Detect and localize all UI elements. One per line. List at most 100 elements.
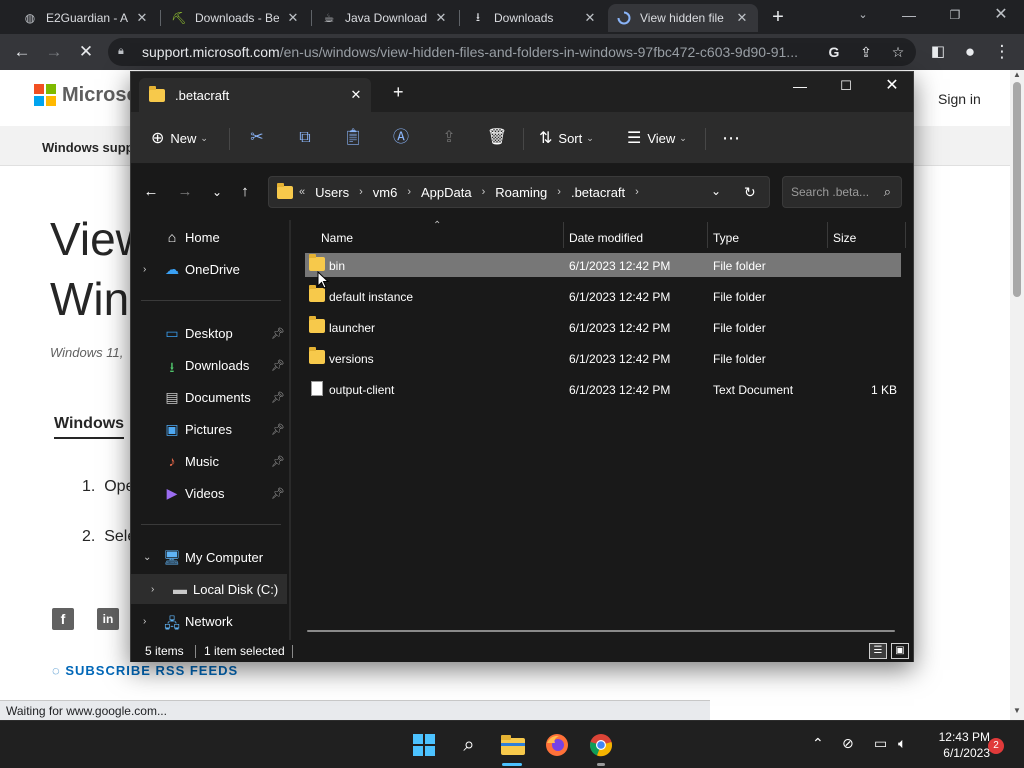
breadcrumb-roaming[interactable]: Roaming	[495, 185, 547, 200]
close-tab-icon[interactable]: ✕	[433, 10, 449, 26]
sign-in-link[interactable]: Sign in	[938, 91, 981, 107]
browser-tab-e2guardian[interactable]: ◍ E2Guardian - Ac ✕	[14, 4, 158, 32]
file-row-default-instance[interactable]: default instance 6/1/2023 12:42 PM File …	[305, 284, 901, 308]
column-divider[interactable]	[563, 222, 564, 248]
scroll-down-icon[interactable]: ▼	[1013, 706, 1021, 715]
microsoft-logo[interactable]	[34, 84, 56, 106]
pin-icon[interactable]: 📌︎	[271, 455, 285, 468]
browser-tab-java-downloads[interactable]: ☕ Java Downloads ✕	[313, 4, 457, 32]
url-text[interactable]: support.microsoft.com/en-us/windows/view…	[142, 44, 802, 60]
file-row-versions[interactable]: versions 6/1/2023 12:42 PM File folder	[305, 346, 901, 370]
linkedin-icon[interactable]: in	[97, 608, 119, 630]
scrollbar-thumb[interactable]	[1013, 82, 1021, 297]
chevron-right-icon[interactable]: ›	[407, 186, 411, 198]
column-divider[interactable]	[707, 222, 708, 248]
close-window-icon[interactable]: ✕	[978, 0, 1024, 34]
network-disconnected-icon[interactable]: ⊘	[842, 735, 854, 752]
chevron-right-icon[interactable]: ›	[482, 186, 486, 198]
nav-item-downloads[interactable]: ⭳ Downloads 📌︎	[131, 350, 287, 380]
show-hidden-icons-chevron-icon[interactable]: ⌃	[812, 735, 824, 752]
close-window-icon[interactable]: ✕	[869, 72, 915, 102]
new-explorer-tab-button[interactable]: +	[393, 82, 404, 103]
chrome-icon[interactable]	[587, 731, 615, 759]
close-tab-icon[interactable]: ✕	[285, 10, 301, 26]
address-history-chevron-icon[interactable]: ⌄	[711, 184, 721, 198]
nav-item-documents[interactable]: ▤ Documents 📌︎	[131, 382, 287, 412]
file-row-bin[interactable]: bin 6/1/2023 12:42 PM File folder	[305, 253, 901, 277]
windows-version-tab[interactable]: Windows	[54, 415, 125, 439]
google-lens-icon[interactable]: G	[824, 42, 844, 62]
share-icon[interactable]: ⇪	[856, 42, 876, 62]
maximize-icon[interactable]: ☐	[823, 72, 869, 102]
nav-item-local-disk[interactable]: › ▬ Local Disk (C:)	[131, 574, 287, 604]
column-divider[interactable]	[905, 222, 906, 248]
pin-icon[interactable]: 📌︎	[271, 359, 285, 372]
nav-item-onedrive[interactable]: › ☁ OneDrive	[131, 254, 287, 284]
new-button[interactable]: ⊕ New ⌄	[151, 126, 208, 150]
file-row-launcher[interactable]: launcher 6/1/2023 12:42 PM File folder	[305, 315, 901, 339]
file-explorer-taskbar-icon[interactable]	[499, 731, 527, 759]
column-divider[interactable]	[827, 222, 828, 248]
details-view-icon[interactable]: ☰	[869, 643, 887, 659]
nav-item-network[interactable]: › 🖧︎ Network	[131, 606, 287, 636]
minimize-icon[interactable]: —	[886, 0, 932, 34]
up-folder-icon[interactable]: ↑	[235, 182, 255, 202]
chevron-right-icon[interactable]: ›	[359, 186, 363, 198]
facebook-icon[interactable]: f	[52, 608, 74, 630]
forward-icon[interactable]: →	[42, 40, 66, 64]
subscribe-rss-link[interactable]: ◌ SUBSCRIBE RSS FEEDS	[52, 663, 238, 678]
scroll-up-icon[interactable]: ▲	[1013, 70, 1021, 79]
taskbar-clock[interactable]: 12:43 PM 6/1/2023	[920, 729, 990, 761]
file-row-output-client[interactable]: output-client 6/1/2023 12:42 PM Text Doc…	[305, 377, 901, 401]
explorer-search-input[interactable]: Search .beta... ⌕	[782, 176, 902, 208]
cut-icon[interactable]: ✂	[245, 126, 269, 150]
breadcrumb-vm6[interactable]: vm6	[373, 185, 398, 200]
breadcrumb-overflow-icon[interactable]: «	[299, 186, 305, 198]
breadcrumb-users[interactable]: Users	[315, 185, 349, 200]
nav-item-videos[interactable]: ▶ Videos 📌︎	[131, 478, 287, 508]
display-icon[interactable]: ▭	[874, 735, 887, 752]
delete-icon[interactable]: 🗑︎	[485, 126, 509, 150]
browser-tab-view-hidden-files[interactable]: View hidden file ✕	[608, 4, 758, 32]
restore-icon[interactable]: ❐	[932, 0, 978, 34]
nav-item-home[interactable]: ⌂ Home	[131, 222, 287, 252]
start-button-windows-icon[interactable]	[410, 731, 438, 759]
view-button[interactable]: ☰ View ⌄	[627, 126, 687, 150]
paste-icon[interactable]: 📋︎	[341, 126, 365, 150]
back-icon[interactable]: ←	[141, 182, 161, 202]
back-icon[interactable]: ←	[10, 40, 34, 64]
chevron-right-icon[interactable]: ›	[635, 186, 639, 198]
column-header-date-modified[interactable]: Date modified	[569, 226, 643, 250]
copy-icon[interactable]: ⧉	[293, 126, 317, 150]
chevron-right-icon[interactable]: ›	[557, 186, 561, 198]
side-panel-icon[interactable]: ◧	[926, 40, 950, 64]
close-tab-icon[interactable]: ✕	[734, 10, 750, 26]
tab-search-icon[interactable]: ⌄	[840, 0, 886, 34]
column-header-type[interactable]: Type	[713, 226, 739, 250]
share-icon[interactable]: ⇪	[437, 126, 461, 150]
address-bar[interactable]: 🔒︎ support.microsoft.com/en-us/windows/v…	[108, 38, 916, 66]
forward-icon[interactable]: →	[175, 182, 195, 202]
pin-icon[interactable]: 📌︎	[271, 327, 285, 340]
bookmark-star-icon[interactable]: ☆	[888, 42, 908, 62]
profile-icon[interactable]: ●	[958, 40, 982, 64]
nav-item-pictures[interactable]: ▣ Pictures 📌︎	[131, 414, 287, 444]
close-tab-icon[interactable]: ✕	[341, 87, 371, 103]
minimize-icon[interactable]: —	[777, 72, 823, 102]
chevron-down-icon[interactable]: ⌄	[143, 552, 151, 563]
notification-badge[interactable]: 2	[988, 738, 1004, 754]
browser-tab-betacraft-downloads[interactable]: ⛏ Downloads - Be ✕	[163, 4, 309, 32]
chevron-right-icon[interactable]: ›	[143, 264, 146, 275]
column-header-size[interactable]: Size	[833, 226, 856, 250]
explorer-address-bar[interactable]: « Users › vm6 › AppData › Roaming › .bet…	[268, 176, 770, 208]
firefox-icon[interactable]	[543, 731, 571, 759]
recent-locations-icon[interactable]: ⌄	[207, 182, 227, 202]
chevron-right-icon[interactable]: ›	[143, 616, 146, 627]
windows-support-link[interactable]: Windows supp	[42, 140, 134, 155]
close-tab-icon[interactable]: ✕	[134, 10, 150, 26]
browser-tab-downloads[interactable]: ⭳ Downloads ✕	[462, 4, 606, 32]
breadcrumb-appdata[interactable]: AppData	[421, 185, 472, 200]
chevron-right-icon[interactable]: ›	[151, 584, 154, 595]
file-list-horizontal-scrollbar[interactable]	[307, 630, 895, 632]
nav-item-desktop[interactable]: ▭ Desktop 📌︎	[131, 318, 287, 348]
